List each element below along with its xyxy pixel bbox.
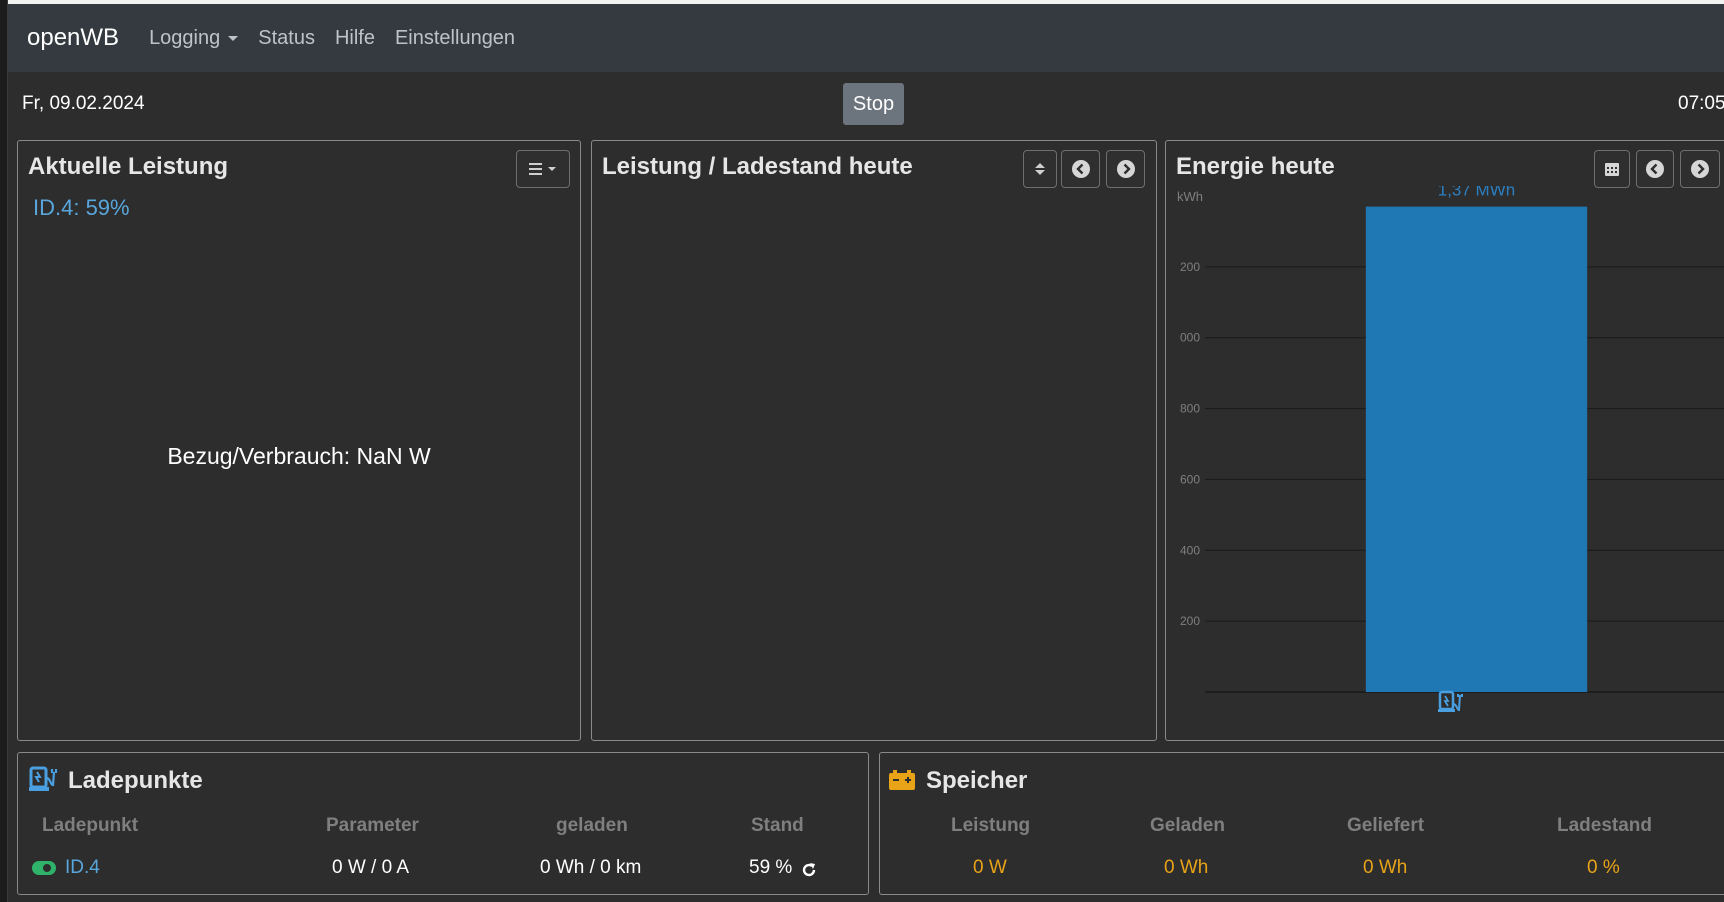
previous-day-button[interactable] — [1061, 150, 1100, 188]
battery-icon — [889, 770, 915, 790]
current-date: Fr, 09.02.2024 — [22, 93, 145, 114]
col-header-leistung: Leistung — [951, 815, 1031, 836]
y-tick-label: 200 — [1180, 614, 1200, 628]
next-day-button[interactable] — [1106, 150, 1145, 188]
card-energie-heute: Energie heute kWh 200 400 600 800 000 200 1,3… — [1165, 140, 1724, 741]
card-title: Energie heute — [1176, 153, 1335, 180]
refresh-icon[interactable] — [800, 861, 818, 879]
section-title: Speicher — [926, 767, 1028, 794]
ladepunkt-parameter: 0 W / 0 A — [332, 857, 410, 878]
calendar-button[interactable] — [1594, 150, 1630, 188]
consumption-text: Bezug/Verbrauch: NaN W — [167, 443, 431, 469]
caret-down-icon — [228, 35, 239, 41]
card-title: Leistung / Ladestand heute — [602, 153, 913, 180]
left-window-strip — [0, 0, 8, 902]
ladepunkt-geladen: 0 Wh / 0 km — [540, 857, 642, 878]
bar-value-label: 1,37 MWh — [1438, 186, 1515, 200]
y-axis-unit-label: kWh — [1177, 189, 1203, 204]
card-ladepunkte: Ladepunkte — [17, 752, 869, 895]
nav-hilfe[interactable]: Hilfe — [335, 27, 375, 50]
hamburger-icon — [529, 163, 556, 175]
y-tick-label: 400 — [1180, 543, 1200, 557]
navbar: openWB Logging Status Hilfe Einstellunge… — [8, 4, 1724, 72]
energy-bar-chart: kWh 200 400 600 800 000 200 1,37 MWh — [1177, 186, 1724, 712]
y-tick-label: 200 — [1180, 260, 1200, 274]
stop-button[interactable]: Stop — [843, 83, 904, 125]
chevron-left-circle-icon — [1646, 160, 1664, 178]
energy-next-button[interactable] — [1680, 150, 1720, 188]
nav-einstellungen[interactable]: Einstellungen — [395, 27, 515, 50]
nav-logging[interactable]: Logging — [149, 26, 239, 50]
chevron-right-circle-icon — [1116, 160, 1135, 178]
col-header-ladestand: Ladestand — [1557, 815, 1653, 836]
speicher-leistung-value: 0 W — [973, 857, 1007, 878]
col-header-parameter: Parameter — [326, 815, 419, 836]
charging-station-icon — [1438, 690, 1463, 712]
col-header-stand: Stand — [751, 815, 804, 836]
card-leistung-ladestand: Leistung / Ladestand heute — [591, 140, 1157, 741]
brand-logo[interactable]: openWB — [27, 24, 119, 52]
menu-dropdown-button[interactable] — [516, 150, 570, 188]
vehicle-soc-label: ID.4: 59% — [33, 195, 130, 220]
current-time: 07:05 — [1678, 93, 1724, 114]
y-tick-label: 000 — [1180, 331, 1200, 345]
col-header-ladepunkt: Ladepunkt — [42, 815, 139, 836]
ladepunkt-name-link[interactable]: ID.4 — [65, 857, 100, 879]
calendar-icon — [1605, 163, 1619, 176]
energy-previous-button[interactable] — [1636, 150, 1674, 188]
energy-bar — [1365, 206, 1588, 692]
speicher-geladen-value: 0 Wh — [1164, 857, 1209, 878]
section-title: Ladepunkte — [68, 767, 203, 794]
speicher-ladestand-value: 0 % — [1587, 857, 1620, 878]
y-tick-label: 600 — [1180, 472, 1200, 486]
nav-logging-label: Logging — [149, 26, 221, 49]
col-header-geliefert: Geliefert — [1347, 815, 1425, 836]
speicher-geliefert-value: 0 Wh — [1363, 857, 1408, 878]
chevron-right-circle-icon — [1691, 160, 1709, 178]
col-header-geladen: Geladen — [1150, 815, 1225, 836]
y-tick-label: 800 — [1180, 402, 1200, 416]
ladepunkt-stand: 59 % — [749, 857, 793, 878]
col-header-geladen: geladen — [556, 815, 628, 836]
card-aktuelle-leistung: Aktuelle Leistung ID.4: 59% Bezug/Verbra… — [17, 140, 581, 741]
charging-station-icon — [29, 766, 58, 791]
sort-icon — [1035, 163, 1045, 175]
y-axis-ticks: 200 400 600 800 000 200 — [1180, 260, 1200, 628]
ladepunkt-toggle-icon[interactable] — [32, 861, 56, 875]
card-title: Aktuelle Leistung — [28, 153, 229, 180]
nav-status[interactable]: Status — [258, 27, 315, 50]
chart-bars — [1365, 206, 1588, 692]
sort-button[interactable] — [1023, 150, 1057, 188]
chevron-left-circle-icon — [1071, 160, 1090, 178]
